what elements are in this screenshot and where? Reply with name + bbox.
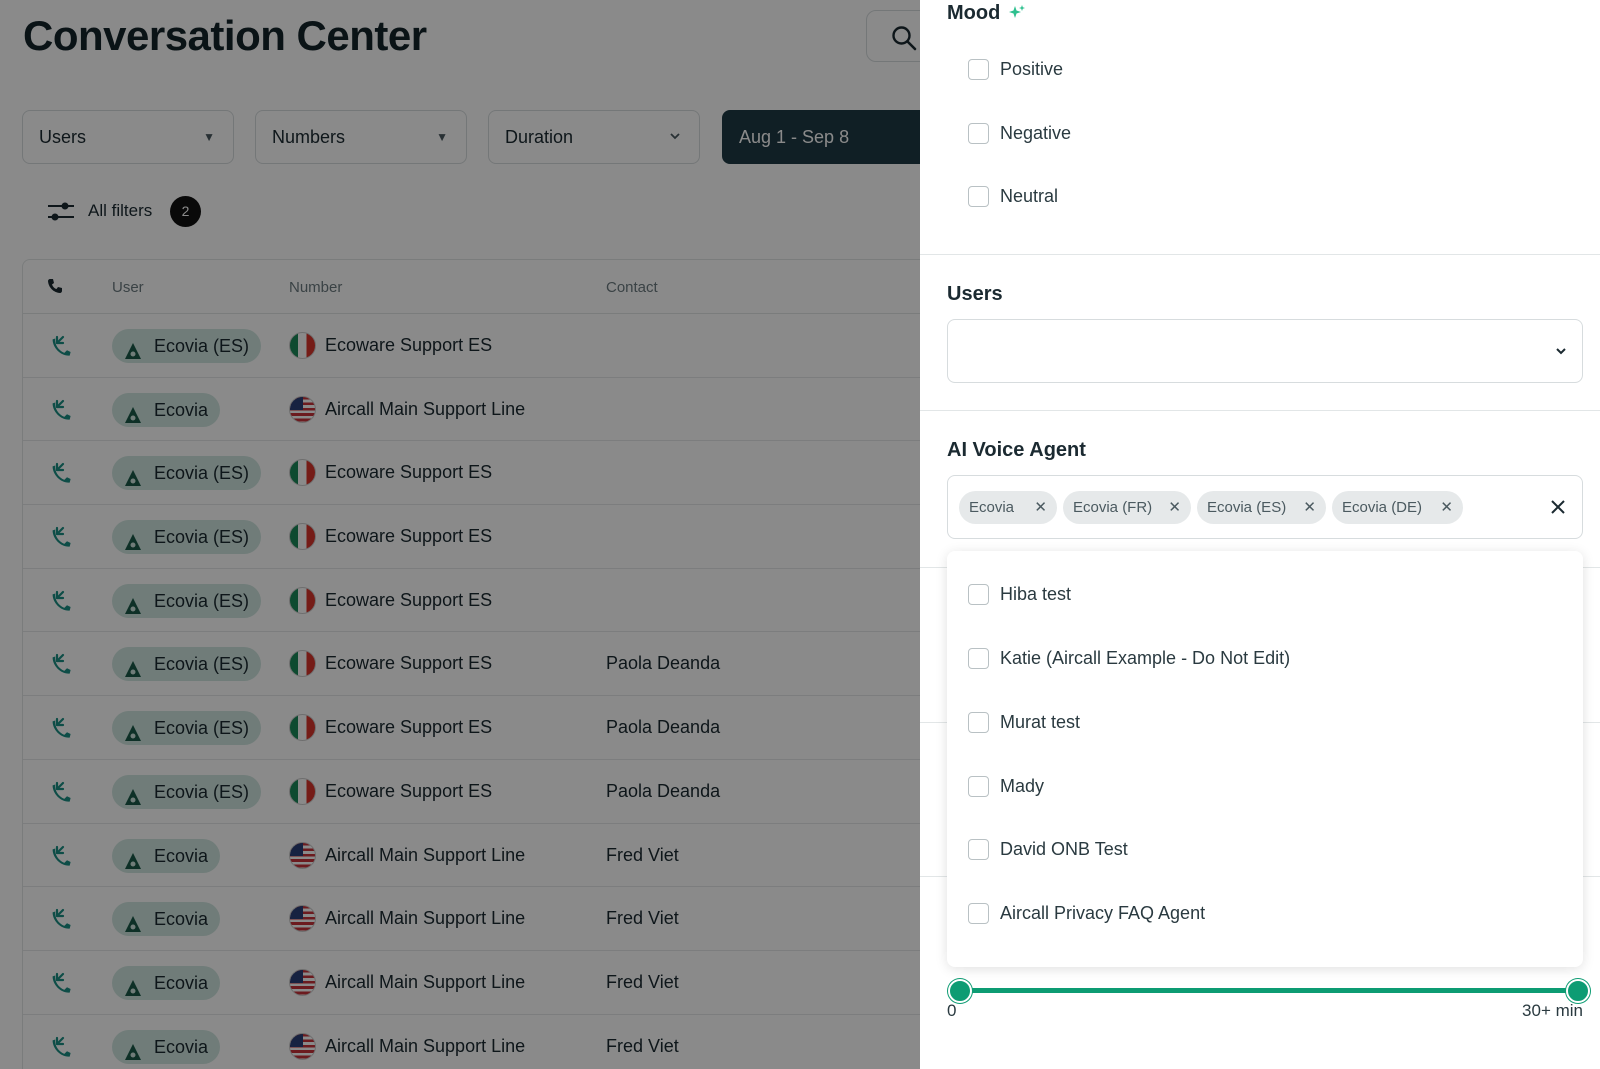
mood-option-label: Positive (1000, 59, 1064, 79)
clear-all-icon[interactable] (1548, 496, 1568, 518)
tag-label: Ecovia (ES) (1207, 499, 1287, 516)
agent-option-label: Katie (Aircall Example - Do Not Edit) (1000, 648, 1291, 668)
mood-section-title: Mood (947, 2, 1000, 25)
filters-drawer: Mood Positive Negative Neutral Users AI … (920, 0, 1600, 1069)
checkbox[interactable] (968, 648, 989, 669)
tag-label: Ecovia (DE) (1342, 499, 1423, 516)
remove-tag-icon[interactable]: ✕ (1034, 491, 1047, 524)
checkbox[interactable] (968, 776, 989, 797)
checkbox[interactable] (968, 59, 989, 80)
checkbox[interactable] (968, 903, 989, 924)
agent-option-label: Murat test (1000, 712, 1081, 732)
remove-tag-icon[interactable]: ✕ (1168, 491, 1181, 524)
slider-min-label: 0 (947, 1001, 957, 1020)
checkbox[interactable] (968, 123, 989, 144)
checkbox[interactable] (968, 584, 989, 605)
agent-option-label: David ONB Test (1000, 839, 1128, 859)
duration-range-slider[interactable] (948, 979, 1590, 1003)
checkbox[interactable] (968, 712, 989, 733)
agent-option-label: Hiba test (1000, 584, 1072, 604)
modal-backdrop[interactable] (0, 0, 920, 1069)
tag-label: Ecovia (969, 499, 1015, 516)
slider-max-label: 30+ min (1522, 1001, 1583, 1020)
remove-tag-icon[interactable]: ✕ (1303, 491, 1316, 524)
slider-min-handle[interactable] (948, 979, 972, 1003)
selected-tag: Ecovia (DE) ✕ (1332, 491, 1463, 524)
ai-voice-agent-select[interactable]: Ecovia ✕ Ecovia (FR) ✕ Ecovia (ES) ✕ Eco… (947, 475, 1583, 539)
mood-title: Mood (947, 2, 1001, 24)
slider-max-handle[interactable] (1566, 979, 1590, 1003)
agent-option-label: Aircall Privacy FAQ Agent (1000, 903, 1206, 923)
remove-tag-icon[interactable]: ✕ (1440, 491, 1453, 524)
users-section-title: Users (947, 283, 1003, 305)
tag-label: Ecovia (FR) (1073, 499, 1153, 516)
section-divider (920, 254, 1600, 255)
users-select[interactable] (947, 319, 1583, 383)
section-divider (920, 410, 1600, 411)
ai-voice-agent-section-title: AI Voice Agent (947, 439, 1086, 461)
checkbox[interactable] (968, 186, 989, 207)
selected-tag: Ecovia (ES) ✕ (1197, 491, 1326, 524)
agent-option-label: Mady (1000, 776, 1045, 796)
ai-sparkle-icon (1009, 5, 1025, 18)
selected-tag: Ecovia (FR) ✕ (1063, 491, 1191, 524)
checkbox[interactable] (968, 839, 989, 860)
slider-track[interactable] (960, 988, 1578, 993)
ai-voice-agent-options-menu: Hiba test Katie (Aircall Example - Do No… (947, 551, 1583, 967)
mood-option-label: Negative (1000, 123, 1072, 143)
mood-option-label: Neutral (1000, 186, 1059, 206)
selected-tag: Ecovia ✕ (959, 491, 1057, 524)
chevron-down-icon (1556, 348, 1566, 355)
